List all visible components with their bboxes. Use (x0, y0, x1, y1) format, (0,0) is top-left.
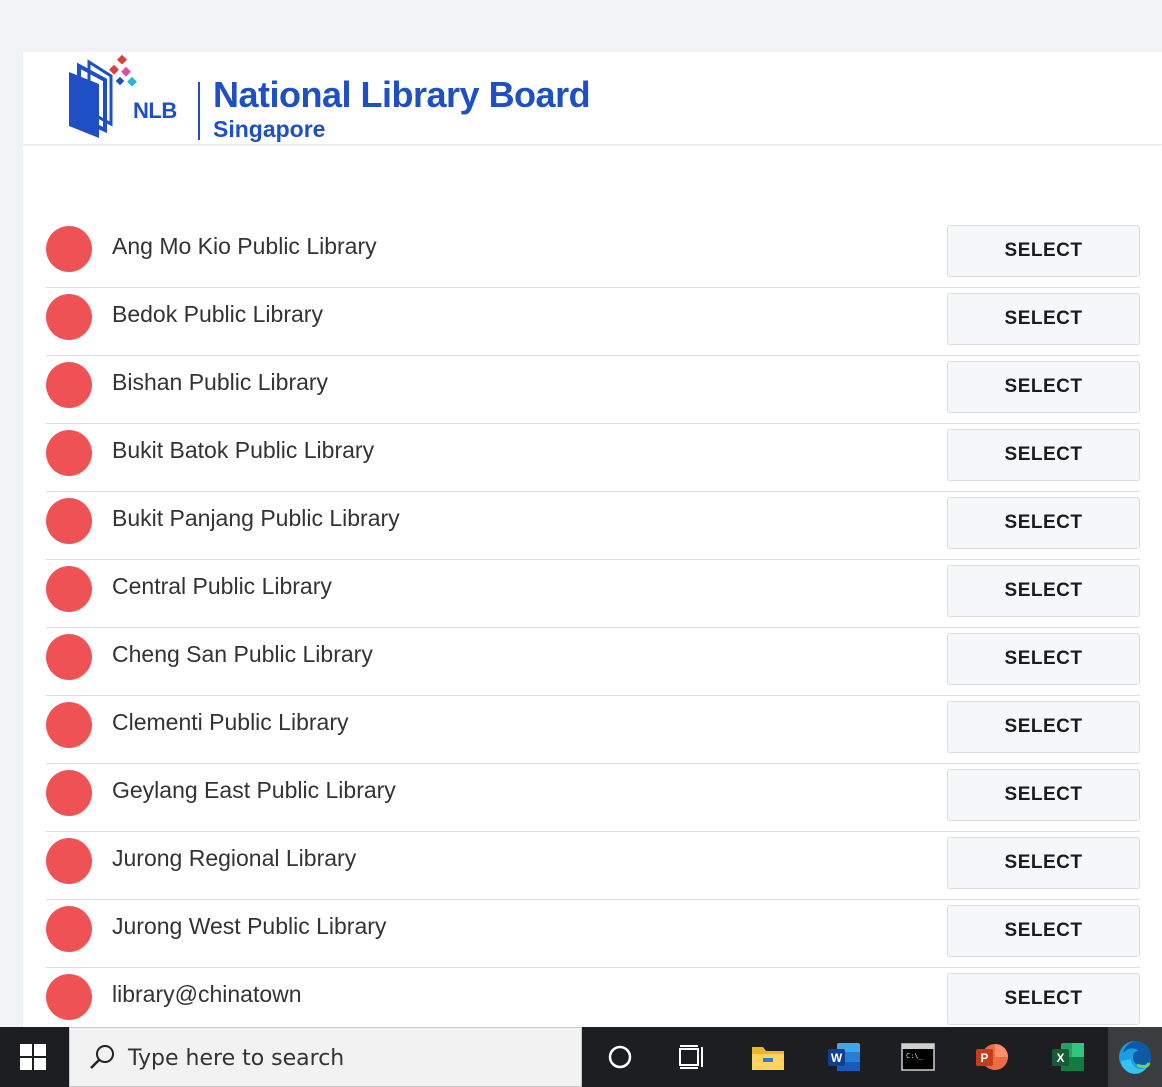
library-name: Central Public Library (112, 573, 332, 599)
brand-subtitle: Singapore (213, 116, 326, 142)
library-name: Bukit Batok Public Library (112, 437, 375, 463)
select-button[interactable]: SELECT (947, 905, 1140, 957)
command-prompt-icon[interactable]: C:\_ (890, 1027, 946, 1087)
status-dot-icon (46, 430, 92, 476)
svg-text:X: X (1056, 1051, 1064, 1065)
select-button[interactable]: SELECT (947, 293, 1140, 345)
logo-abbreviation: NLB (133, 98, 177, 123)
site-header: NLB National Library Board Singapore (23, 52, 1162, 145)
library-name: Jurong West Public Library (112, 913, 387, 939)
status-dot-icon (46, 226, 92, 272)
status-dot-icon (46, 362, 92, 408)
app-card: NLB National Library Board Singapore Ang… (23, 52, 1162, 1027)
library-name: Geylang East Public Library (112, 777, 396, 803)
library-name: Bishan Public Library (112, 369, 329, 395)
select-button[interactable]: SELECT (947, 973, 1140, 1025)
select-button[interactable]: SELECT (947, 361, 1140, 413)
select-button[interactable]: SELECT (947, 429, 1140, 481)
library-name: Jurong Regional Library (112, 845, 357, 871)
library-list: Ang Mo Kio Public Library SELECT Bedok P… (46, 221, 1140, 1027)
search-icon (90, 1045, 114, 1069)
logo-divider (198, 82, 200, 140)
status-dot-icon (46, 294, 92, 340)
status-dot-icon (46, 498, 92, 544)
status-dot-icon (46, 770, 92, 816)
status-dot-icon (46, 838, 92, 884)
select-button[interactable]: SELECT (947, 565, 1140, 617)
edge-icon[interactable] (1108, 1027, 1162, 1087)
library-name: Clementi Public Library (112, 709, 349, 735)
task-view-icon[interactable] (664, 1027, 720, 1087)
excel-icon[interactable]: X (1040, 1027, 1096, 1087)
library-name: Cheng San Public Library (112, 641, 373, 667)
powerpoint-icon[interactable]: P (964, 1027, 1020, 1087)
library-row: Central Public Library SELECT (46, 561, 1140, 628)
library-row: Bukit Batok Public Library SELECT (46, 425, 1140, 492)
select-button[interactable]: SELECT (947, 769, 1140, 821)
library-row: Bukit Panjang Public Library SELECT (46, 493, 1140, 560)
svg-text:W: W (831, 1051, 843, 1065)
windows-start-icon[interactable] (0, 1027, 68, 1087)
taskbar: Type here to search W C:\_ P X (0, 1027, 1162, 1087)
library-row: library@chinatown SELECT (46, 969, 1140, 1027)
library-name: Bukit Panjang Public Library (112, 505, 400, 531)
status-dot-icon (46, 634, 92, 680)
status-dot-icon (46, 974, 92, 1020)
library-row: Cheng San Public Library SELECT (46, 629, 1140, 696)
select-button[interactable]: SELECT (947, 225, 1140, 277)
select-button[interactable]: SELECT (947, 837, 1140, 889)
library-row: Bishan Public Library SELECT (46, 357, 1140, 424)
select-button[interactable]: SELECT (947, 497, 1140, 549)
cortana-icon[interactable] (592, 1027, 648, 1087)
library-name: library@chinatown (112, 981, 302, 1007)
library-row: Bedok Public Library SELECT (46, 289, 1140, 356)
library-row: Ang Mo Kio Public Library SELECT (46, 221, 1140, 288)
search-placeholder: Type here to search (128, 1046, 345, 1071)
taskbar-search-box[interactable]: Type here to search (69, 1027, 582, 1087)
library-name: Bedok Public Library (112, 301, 323, 327)
library-row: Jurong West Public Library SELECT (46, 901, 1140, 968)
library-row: Geylang East Public Library SELECT (46, 765, 1140, 832)
svg-text:P: P (980, 1051, 988, 1065)
library-row: Jurong Regional Library SELECT (46, 833, 1140, 900)
library-name: Ang Mo Kio Public Library (112, 233, 377, 259)
status-dot-icon (46, 906, 92, 952)
status-dot-icon (46, 702, 92, 748)
select-button[interactable]: SELECT (947, 633, 1140, 685)
library-row: Clementi Public Library SELECT (46, 697, 1140, 764)
word-icon[interactable]: W (816, 1027, 872, 1087)
svg-text:C:\_: C:\_ (906, 1052, 924, 1060)
file-explorer-icon[interactable] (740, 1027, 796, 1087)
brand-title: National Library Board (213, 74, 591, 115)
select-button[interactable]: SELECT (947, 701, 1140, 753)
status-dot-icon (46, 566, 92, 612)
